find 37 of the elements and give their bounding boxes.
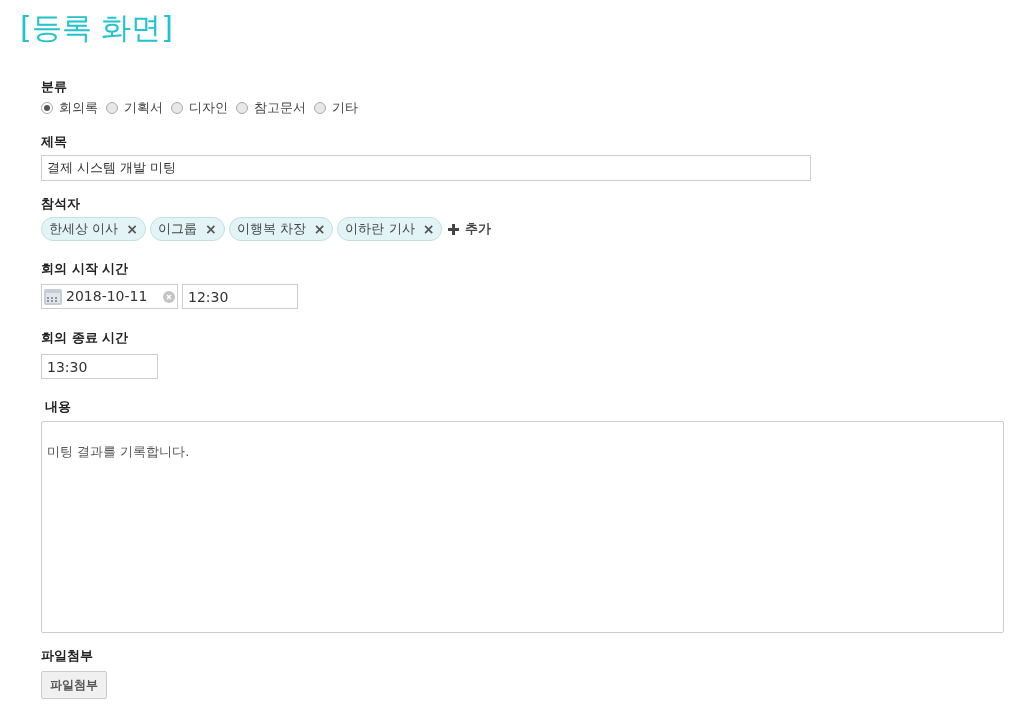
- field-label: 분류: [41, 78, 68, 96]
- attendee-name: 이하란 기사: [345, 220, 415, 239]
- field-label: 참석자: [41, 195, 81, 213]
- attendee-name: 한세상 이사: [49, 220, 119, 239]
- calendar-icon: [44, 288, 62, 305]
- radio-option[interactable]: 기획서: [106, 98, 163, 118]
- radio-option[interactable]: 회의록: [41, 98, 98, 118]
- page-title: [등록 화면]: [20, 9, 173, 47]
- content-textarea[interactable]: 미팅 결과를 기록합니다.: [41, 421, 1004, 633]
- radio-button[interactable]: [41, 102, 53, 114]
- add-attendee-button[interactable]: 추가: [448, 219, 492, 239]
- radio-option[interactable]: 디자인: [171, 98, 228, 118]
- field-label: 내용: [45, 398, 72, 416]
- remove-button[interactable]: ×: [126, 222, 138, 236]
- radio-button[interactable]: [171, 102, 183, 114]
- field-label: 파일첨부: [41, 647, 94, 665]
- clear-icon[interactable]: [163, 290, 175, 303]
- time-input[interactable]: 12:30: [182, 284, 298, 309]
- field-label: 회의 종료 시간: [41, 329, 130, 347]
- attendee-name: 이행복 차장: [236, 220, 306, 239]
- remove-button[interactable]: ×: [204, 222, 217, 236]
- remove-button[interactable]: ×: [422, 222, 435, 236]
- radio-button[interactable]: [314, 102, 326, 114]
- attendee-name: 이그룹: [157, 220, 197, 239]
- title-input[interactable]: 결제 시스템 개발 미팅: [41, 155, 811, 181]
- radio-button[interactable]: [236, 102, 248, 114]
- plus-icon: [448, 223, 460, 235]
- radio-option[interactable]: 참고문서: [236, 98, 306, 118]
- radio-option[interactable]: 기타: [314, 98, 358, 118]
- date-value: 2018-10-11: [66, 287, 149, 306]
- attach-file-button[interactable]: 파일첨부: [41, 671, 107, 699]
- time-input[interactable]: 13:30: [41, 354, 158, 379]
- field-label: 제목: [41, 133, 68, 151]
- radio-button[interactable]: [106, 102, 118, 114]
- date-field[interactable]: 2018-10-11: [41, 284, 178, 309]
- field-label: 회의 시작 시간: [41, 260, 130, 278]
- remove-button[interactable]: ×: [313, 222, 326, 236]
